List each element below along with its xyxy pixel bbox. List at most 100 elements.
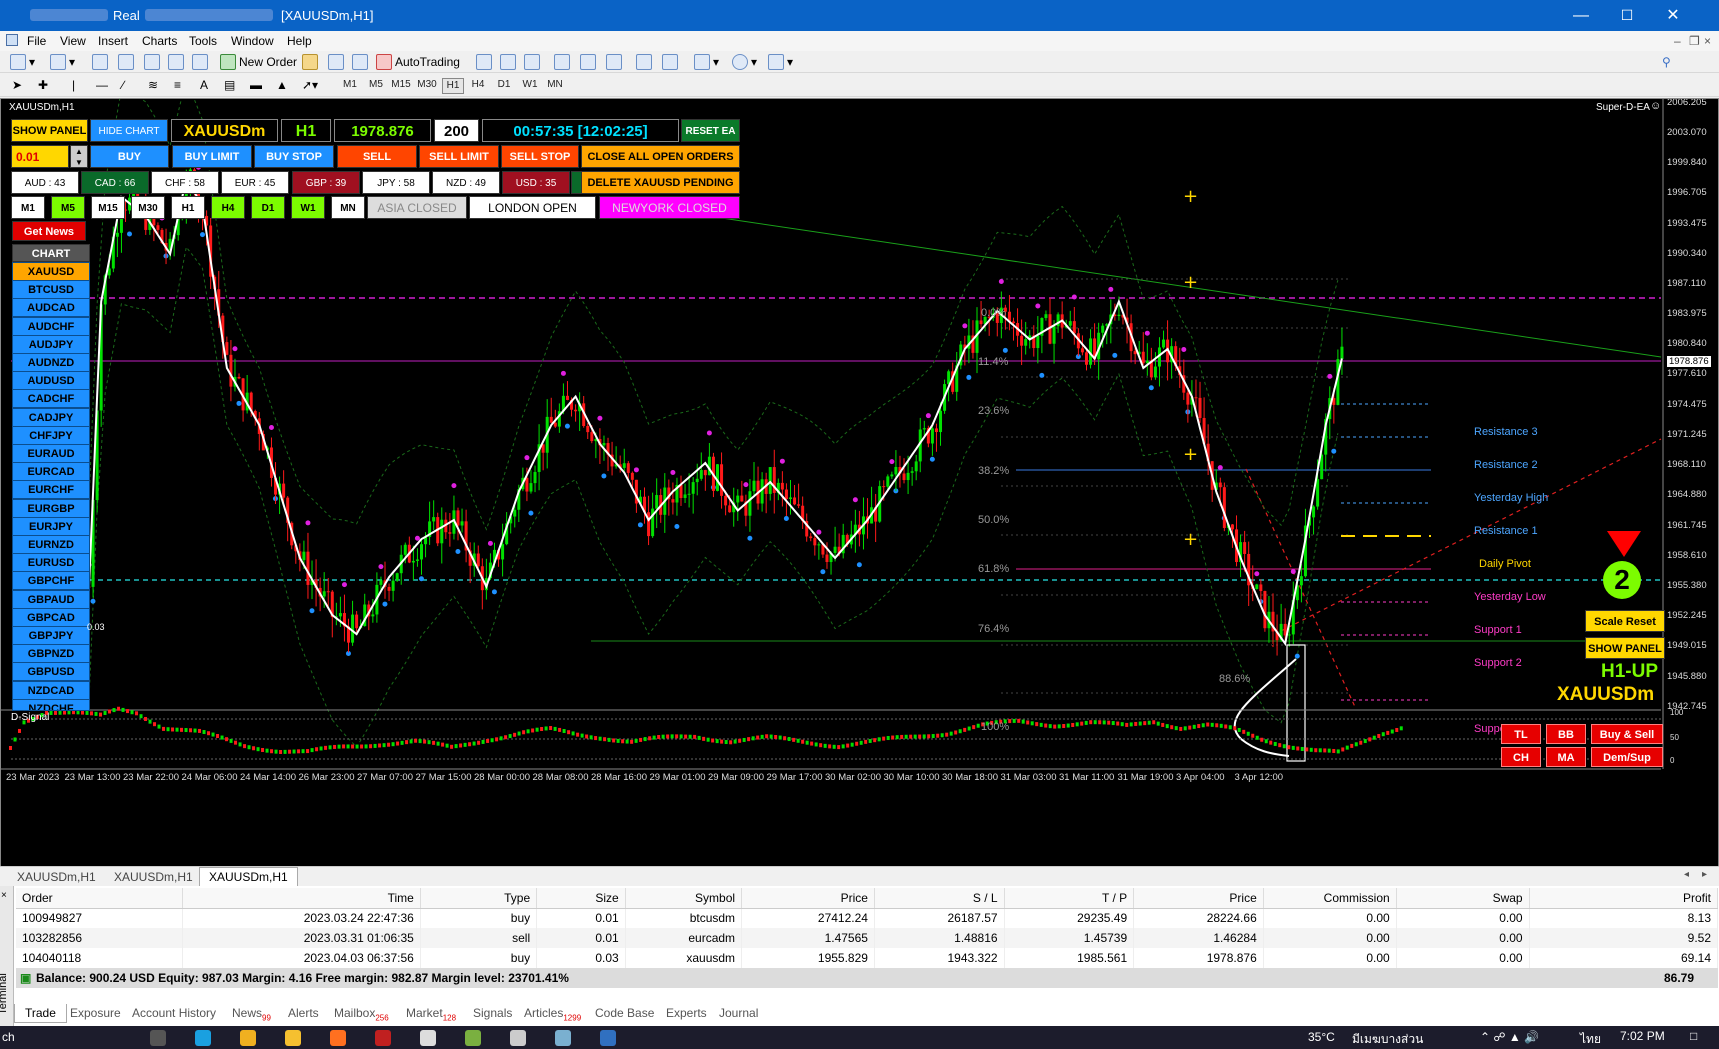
trendline-icon[interactable]: ∕ <box>120 75 126 95</box>
terminal-button[interactable] <box>166 52 186 72</box>
firefox-icon[interactable] <box>330 1030 346 1046</box>
file-explorer-icon[interactable] <box>285 1030 301 1046</box>
terminal-tab[interactable]: Mailbox256 <box>324 1004 399 1024</box>
tab-scroll-left-icon[interactable]: ◂ <box>1684 869 1689 880</box>
close-button[interactable]: ✕ <box>1650 0 1696 31</box>
terminal-tab[interactable]: Exposure <box>60 1004 131 1022</box>
lot-size-input[interactable]: 0.01 <box>11 145 69 168</box>
symbol-button[interactable]: GBPJPY <box>12 626 90 645</box>
menu-file[interactable]: File <box>27 34 46 48</box>
terminal-tab[interactable]: Trade <box>14 1004 67 1023</box>
column-header[interactable]: Profit <box>1529 888 1719 909</box>
hide-chart-button[interactable]: HIDE CHART <box>90 119 168 142</box>
filezilla-icon[interactable] <box>375 1030 391 1046</box>
tf-d1[interactable]: D1 <box>493 78 515 92</box>
search-icon[interactable]: ⚲ <box>1660 52 1673 72</box>
get-news-button[interactable]: Get News <box>12 221 86 241</box>
symbol-button[interactable]: NZDCAD <box>12 680 90 700</box>
zoom-out-button[interactable] <box>578 52 598 72</box>
symbol-button[interactable]: GBPCAD <box>12 607 90 627</box>
tf-m30[interactable]: M30 <box>416 78 438 92</box>
rectangle-icon[interactable]: ▬ <box>248 75 264 95</box>
zoom-in-button[interactable] <box>552 52 572 72</box>
input-language[interactable]: ไทย <box>1580 1030 1601 1049</box>
maximize-button[interactable]: ☐ <box>1604 0 1650 31</box>
bb-button[interactable]: BB <box>1546 724 1586 744</box>
column-header[interactable]: Price <box>1133 888 1264 909</box>
delete-pending-button[interactable]: DELETE XAUUSD PENDING <box>581 171 740 194</box>
symbol-button[interactable]: XAUUSD <box>12 262 90 281</box>
terminal-tab[interactable]: Account History <box>122 1004 226 1022</box>
symbol-button[interactable]: AUDNZD <box>12 353 90 372</box>
notepadpp-icon[interactable] <box>465 1030 481 1046</box>
data-window-button[interactable] <box>116 52 136 72</box>
symbol-button[interactable]: AUDJPY <box>12 334 90 354</box>
tf-h1[interactable]: H1 <box>442 78 464 94</box>
column-header[interactable]: Price <box>741 888 875 909</box>
tile-windows-button[interactable] <box>604 52 624 72</box>
bar-chart-button[interactable] <box>474 52 494 72</box>
symbol-button[interactable]: GBPNZD <box>12 644 90 664</box>
clock[interactable]: 7:02 PM <box>1620 1029 1665 1043</box>
terminal-tab[interactable]: Alerts <box>278 1004 329 1022</box>
search-box[interactable]: ch <box>2 1030 15 1044</box>
market-button[interactable] <box>350 52 370 72</box>
sell-button[interactable]: SELL <box>337 145 417 168</box>
weather-temp[interactable]: 35°C <box>1308 1030 1335 1044</box>
signals-button[interactable] <box>326 52 346 72</box>
market-watch-button[interactable] <box>90 52 110 72</box>
terminal-tab[interactable]: Journal <box>709 1004 768 1022</box>
tl-button[interactable]: TL <box>1501 724 1541 744</box>
autoscroll-button[interactable] <box>634 52 654 72</box>
table-row[interactable]: 100949827 2023.03.24 22:47:36 buy 0.01 btcus… <box>16 908 1719 928</box>
profiles-button[interactable]: ▾ <box>48 52 77 72</box>
chart-tab[interactable]: XAUUSDm,H1 <box>8 869 105 885</box>
periods-button[interactable]: ▾ <box>730 52 759 72</box>
symbol-button[interactable]: EURUSD <box>12 553 90 573</box>
new-order-button[interactable]: New Order <box>218 52 299 72</box>
symbol-button[interactable]: AUDCAD <box>12 298 90 318</box>
symbol-button[interactable]: GBPUSD <box>12 662 90 682</box>
column-header[interactable]: Size <box>536 888 626 909</box>
chart-window[interactable]: + + + + XAUUSDm,H1 Super-D-EA ☺ SHOW PANEL … <box>0 98 1719 876</box>
system-tray-icons[interactable]: ⌃ ☍ ▲ 🔊 <box>1480 1030 1539 1044</box>
tf-m15[interactable]: M15 <box>390 78 412 92</box>
menu-insert[interactable]: Insert <box>98 34 128 48</box>
tf-m1[interactable]: M1 <box>339 78 361 92</box>
column-header[interactable]: Order <box>16 888 183 909</box>
horizontal-line-icon[interactable]: — <box>94 75 110 95</box>
new-chart-button[interactable]: ▾ <box>8 52 37 72</box>
triangle-icon[interactable]: ▲ <box>274 75 290 95</box>
column-header[interactable]: Time <box>182 888 421 909</box>
show-panel-button-2[interactable]: SHOW PANEL <box>1585 637 1665 659</box>
metaeditor-button[interactable] <box>300 52 320 72</box>
line-chart-button[interactable] <box>522 52 542 72</box>
terminal-tab[interactable]: Articles1299 <box>514 1004 591 1024</box>
fibonacci-icon[interactable]: ≡ <box>172 75 183 95</box>
crosshair-icon[interactable]: ✚ <box>36 75 50 95</box>
column-header[interactable]: S / L <box>874 888 1005 909</box>
buy-limit-button[interactable]: BUY LIMIT <box>172 145 252 168</box>
mt5-icon[interactable] <box>600 1030 616 1046</box>
symbol-button[interactable]: CADJPY <box>12 407 90 427</box>
panel-tf-button[interactable]: D1 <box>251 196 285 219</box>
tab-scroll-right-icon[interactable]: ▸ <box>1702 869 1707 880</box>
menu-window[interactable]: Window <box>231 34 274 48</box>
symbol-button[interactable]: EURCHF <box>12 480 90 500</box>
cursor-icon[interactable]: ➤ <box>10 75 24 95</box>
show-panel-button[interactable]: SHOW PANEL <box>11 119 88 142</box>
autotrading-button[interactable]: AutoTrading <box>374 52 462 72</box>
candlestick-button[interactable] <box>498 52 518 72</box>
task-view-icon[interactable] <box>150 1030 166 1046</box>
terminal-tab[interactable]: Market128 <box>396 1004 466 1024</box>
panel-tf-button[interactable]: M15 <box>91 196 125 219</box>
panel-tf-button[interactable]: M30 <box>131 196 165 219</box>
navigator-button[interactable] <box>142 52 162 72</box>
panel-tf-button[interactable]: MN <box>331 196 365 219</box>
notepad-icon[interactable] <box>420 1030 436 1046</box>
arrows-icon[interactable]: ➚▾ <box>300 75 320 95</box>
minimize-button[interactable]: — <box>1558 0 1604 31</box>
panel-tf-button[interactable]: M1 <box>11 196 45 219</box>
symbol-button[interactable]: EURNZD <box>12 535 90 554</box>
symbol-button[interactable]: BTCUSD <box>12 280 90 300</box>
